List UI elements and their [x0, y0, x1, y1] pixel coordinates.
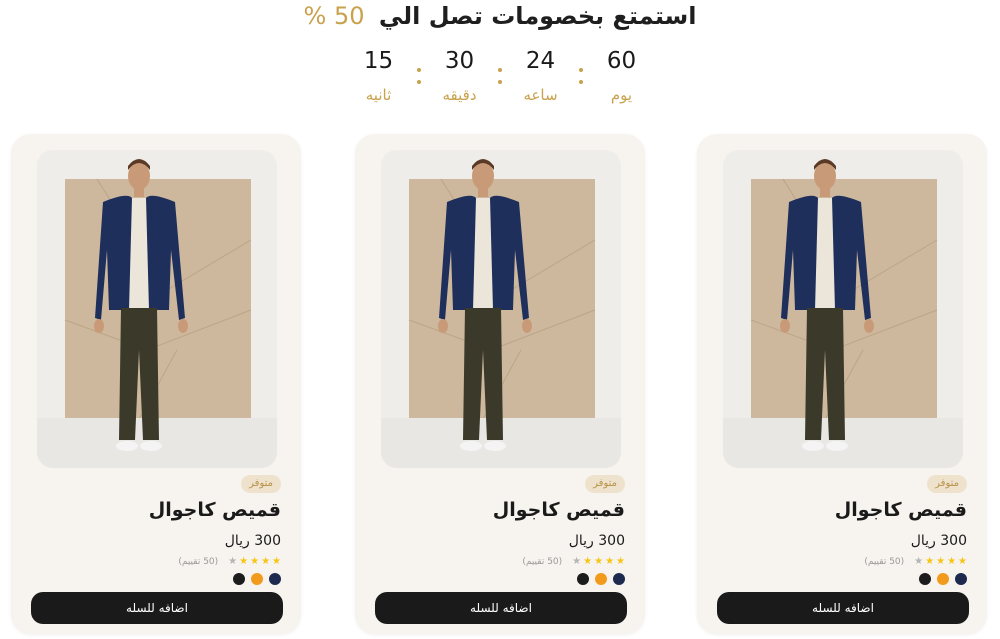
countdown-days-value: 60	[606, 48, 637, 74]
countdown-hours-value: 24	[525, 48, 556, 74]
star-icon: ★	[947, 556, 957, 567]
product-rating: ★ ★ ★ ★ ★ (50 تقييم)	[178, 556, 281, 568]
countdown-minutes-label: دقيقه	[442, 86, 477, 104]
color-swatch[interactable]	[613, 573, 625, 585]
countdown-seconds-value: 15	[363, 48, 394, 74]
star-icon: ★	[914, 556, 924, 567]
color-swatch[interactable]	[937, 573, 949, 585]
add-to-cart-button[interactable]: اضافه للسله	[375, 592, 627, 624]
stock-badge: متوفر	[585, 475, 625, 493]
color-swatches	[919, 573, 967, 585]
star-icon: ★	[572, 556, 582, 567]
rating-count: (50 تقييم)	[522, 557, 563, 567]
color-swatch[interactable]	[233, 573, 245, 585]
countdown-seconds-label: ثانيه	[365, 86, 392, 104]
promo-headline-text: استمتع بخصومات تصل الي	[378, 2, 697, 30]
star-icon: ★	[261, 556, 271, 567]
product-price: 300 ريال	[568, 533, 625, 549]
model-photo-icon	[381, 150, 621, 468]
product-image[interactable]	[723, 150, 963, 468]
product-card[interactable]: متوفر قميص كاجوال 300 ريال ★ ★ ★ ★ ★ (50…	[11, 134, 301, 634]
rating-count: (50 تقييم)	[864, 557, 905, 567]
rating-count: (50 تقييم)	[178, 557, 219, 567]
star-icon: ★	[250, 556, 260, 567]
add-to-cart-button[interactable]: اضافه للسله	[717, 592, 969, 624]
color-swatch[interactable]	[919, 573, 931, 585]
model-photo-icon	[723, 150, 963, 468]
product-price: 300 ريال	[910, 533, 967, 549]
countdown-hours: 24 ساعه	[501, 44, 581, 104]
product-card[interactable]: متوفر قميص كاجوال 300 ريال ★ ★ ★ ★ ★ (50…	[697, 134, 987, 634]
product-image[interactable]	[37, 150, 277, 468]
color-swatch[interactable]	[269, 573, 281, 585]
countdown-separator	[417, 44, 421, 104]
star-icon: ★	[583, 556, 593, 567]
color-swatch[interactable]	[595, 573, 607, 585]
star-icon: ★	[958, 556, 967, 567]
star-icon: ★	[239, 556, 249, 567]
countdown-seconds: 15 ثانيه	[339, 44, 419, 104]
star-icon: ★	[936, 556, 946, 567]
product-image[interactable]	[381, 150, 621, 468]
star-icon: ★	[594, 556, 604, 567]
countdown-hours-label: ساعه	[523, 86, 558, 104]
product-price: 300 ريال	[224, 533, 281, 549]
countdown-separator	[579, 44, 583, 104]
star-icon: ★	[272, 556, 281, 567]
promo-headline: استمتع بخصومات تصل الي 50 %	[0, 2, 1000, 30]
countdown-timer: 60 يوم 24 ساعه 30 دقيقه 15 ثانيه	[0, 44, 1000, 104]
product-card[interactable]: متوفر قميص كاجوال 300 ريال ★ ★ ★ ★ ★ (50…	[355, 134, 645, 634]
color-swatches	[233, 573, 281, 585]
product-name[interactable]: قميص كاجوال	[149, 499, 281, 521]
countdown-separator	[498, 44, 502, 104]
stock-badge: متوفر	[241, 475, 281, 493]
star-icon: ★	[925, 556, 935, 567]
countdown-days-label: يوم	[610, 86, 633, 104]
product-rating: ★ ★ ★ ★ ★ (50 تقييم)	[522, 556, 625, 568]
add-to-cart-button[interactable]: اضافه للسله	[31, 592, 283, 624]
countdown-minutes: 30 دقيقه	[420, 44, 500, 104]
product-name[interactable]: قميص كاجوال	[835, 499, 967, 521]
star-icon: ★	[616, 556, 625, 567]
model-photo-icon	[37, 150, 277, 468]
countdown-days: 60 يوم	[582, 44, 662, 104]
product-rating: ★ ★ ★ ★ ★ (50 تقييم)	[864, 556, 967, 568]
star-icon: ★	[228, 556, 238, 567]
stock-badge: متوفر	[927, 475, 967, 493]
color-swatch[interactable]	[955, 573, 967, 585]
product-name[interactable]: قميص كاجوال	[493, 499, 625, 521]
promo-discount: 50 %	[303, 2, 365, 30]
countdown-minutes-value: 30	[444, 48, 475, 74]
color-swatch[interactable]	[251, 573, 263, 585]
color-swatch[interactable]	[577, 573, 589, 585]
color-swatches	[577, 573, 625, 585]
star-icon: ★	[605, 556, 615, 567]
